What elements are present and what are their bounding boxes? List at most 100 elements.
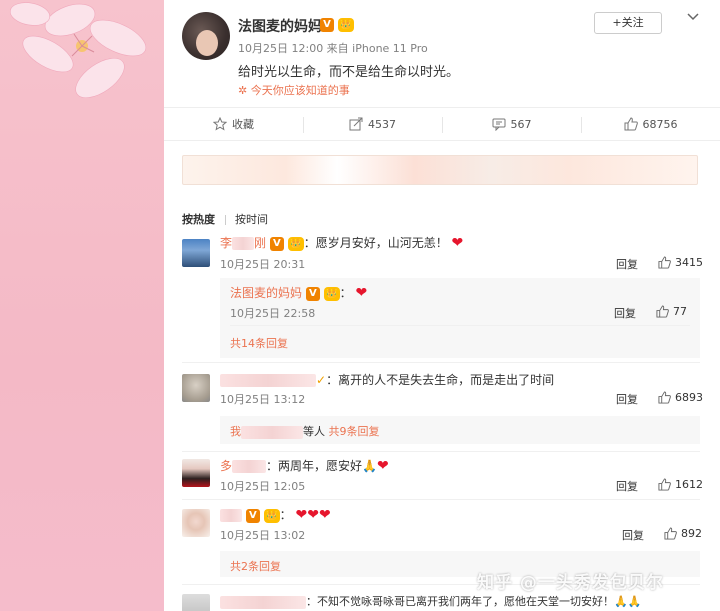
sub-reply-others: 等人 <box>303 425 325 438</box>
comment-like-button[interactable]: 1612 <box>658 478 703 491</box>
thumbs-up-icon <box>656 305 669 318</box>
divider <box>182 499 700 500</box>
post-text: 给时光以生命，而不是给生命以时光。 <box>238 65 460 80</box>
like-count: 68756 <box>642 117 678 131</box>
heart-icon: ❤ <box>451 235 464 251</box>
weibo-post-card: 法图麦的妈妈 V 👑 10月25日 12:00 来自 iPhone 11 Pro… <box>164 0 720 611</box>
crown-icon: 👑 <box>323 286 340 301</box>
thumbs-up-icon <box>658 256 671 269</box>
repost-button[interactable]: 4537 <box>303 108 442 140</box>
divider <box>230 325 690 326</box>
comment-avatar[interactable] <box>182 509 210 537</box>
comment-avatar[interactable] <box>182 459 210 487</box>
blurred-name <box>232 460 267 473</box>
favorite-button[interactable]: 收藏 <box>164 108 303 140</box>
like-button[interactable]: 68756 <box>581 108 720 140</box>
comment-like-count: 6893 <box>675 391 703 404</box>
comment-author[interactable]: 多 <box>220 459 232 473</box>
tab-sort-time[interactable]: 按时间 <box>235 211 268 227</box>
comment-like-count: 1612 <box>675 478 703 491</box>
comment-text: ：离开的人不是失去生命，而是走出了时间 <box>326 373 555 387</box>
comment-time: 10月25日 20:31 <box>220 258 306 271</box>
crown-icon: 👑 <box>287 236 304 251</box>
comment-time: 10月25日 12:05 <box>220 480 306 493</box>
author-avatar[interactable] <box>182 12 230 60</box>
topic-link[interactable]: ✲ 今天你应该知道的事 <box>238 82 350 98</box>
reply-button[interactable]: 回复 <box>616 256 638 272</box>
author-name[interactable]: 法图麦的妈妈 <box>238 16 322 36</box>
thumbs-up-icon <box>664 527 677 540</box>
favorite-label: 收藏 <box>232 118 254 131</box>
comment-like-count: 3415 <box>675 256 703 269</box>
sub-reply-like-count: 77 <box>673 305 687 318</box>
comment-avatar[interactable] <box>182 374 210 402</box>
tab-sort-hot[interactable]: 按热度 <box>182 211 215 227</box>
repost-count: 4537 <box>368 117 396 131</box>
blurred-name <box>220 509 242 522</box>
thumbs-up-icon <box>658 391 671 404</box>
repost-icon <box>349 117 363 131</box>
blurred-name <box>220 374 316 387</box>
sub-reply-time: 10月25日 22:58 <box>230 307 316 320</box>
blurred-name <box>220 595 306 609</box>
reply-button[interactable]: 回复 <box>616 478 638 494</box>
thumbs-up-icon <box>624 117 638 131</box>
more-replies-link[interactable]: 共2条回复 <box>230 558 281 574</box>
vip-badge: V <box>245 508 260 523</box>
sub-reply-button[interactable]: 回复 <box>614 305 636 321</box>
blurred-name <box>232 237 255 250</box>
flower-decoration <box>9 2 147 99</box>
sub-reply-author[interactable]: 我 <box>230 425 241 438</box>
sub-reply-author[interactable]: 法图麦的妈妈 <box>230 286 302 300</box>
heart-icon: ❤❤❤ <box>295 507 331 523</box>
comment-author-tail: 刚 <box>254 236 267 250</box>
reply-button[interactable]: 回复 <box>622 527 644 543</box>
comment-like-button[interactable]: 3415 <box>658 256 703 269</box>
sub-reply-summary: 我 等人 共9条回复 <box>230 423 380 439</box>
star-icon <box>213 117 227 131</box>
vip-badge: V <box>305 286 320 301</box>
divider <box>182 451 700 452</box>
post-meta: 10月25日 12:00 来自 iPhone 11 Pro <box>238 42 428 55</box>
vip-badge: V <box>269 236 284 251</box>
divider <box>182 362 700 363</box>
thumbs-up-icon <box>658 478 671 491</box>
left-background <box>0 0 164 611</box>
comment-time: 10月25日 13:12 <box>220 393 306 406</box>
heart-icon: ❤ <box>355 285 368 301</box>
comment-like-count: 892 <box>681 527 702 540</box>
comment-line: 多 ：两周年，愿安好🙏❤ <box>220 457 389 474</box>
reply-button[interactable]: 回复 <box>616 391 638 407</box>
comment-avatar[interactable] <box>182 239 210 267</box>
comment-like-button[interactable]: 892 <box>664 527 702 540</box>
comment-text: ：两周年，愿安好🙏 <box>266 459 377 473</box>
chevron-down-icon[interactable] <box>686 10 700 24</box>
comment-button[interactable]: 567 <box>442 108 581 140</box>
comment-text: ：愿岁月安好，山河无恙！ <box>303 236 448 250</box>
comment-text: ：不知不觉咏哥咏哥已离开我们两年了，愿他在天堂一切安好！🙏🙏 <box>306 595 642 608</box>
sub-reply-line: 法图麦的妈妈 V 👑： ❤ <box>230 284 367 301</box>
comment-line: ✓：离开的人不是失去生命，而是走出了时间 <box>220 371 554 388</box>
comment-count: 567 <box>510 117 532 131</box>
more-replies-link[interactable]: 共14条回复 <box>230 335 288 351</box>
sub-reply-like-button[interactable]: 77 <box>656 305 687 318</box>
vip-badge: V <box>320 17 334 32</box>
sort-divider <box>224 215 226 225</box>
comment-time: 10月25日 13:02 <box>220 529 306 542</box>
heart-icon: ❤ <box>376 458 389 474</box>
comment-input[interactable] <box>182 155 698 185</box>
comment-avatar[interactable] <box>182 594 210 611</box>
sub-reply-text: ： <box>339 286 352 300</box>
comment-line: ：不知不觉咏哥咏哥已离开我们两年了，愿他在天堂一切安好！🙏🙏 <box>220 593 641 609</box>
more-replies-link[interactable]: 共9条回复 <box>329 425 380 438</box>
comment-line: 李 刚 V 👑 ：愿岁月安好，山河无恙！ ❤ <box>220 234 463 251</box>
comment-line: V 👑： ❤❤❤ <box>220 506 331 523</box>
verified-icon: ✓ <box>316 373 327 387</box>
comment-like-button[interactable]: 6893 <box>658 391 703 404</box>
comment-author[interactable]: 李 <box>220 236 232 250</box>
follow-button[interactable]: +关注 <box>594 12 662 34</box>
action-bar: 收藏 4537 567 68756 <box>164 107 720 141</box>
comment-icon <box>492 118 505 131</box>
crown-icon: 👑 <box>263 508 280 523</box>
author-badges: V 👑 <box>320 17 354 32</box>
